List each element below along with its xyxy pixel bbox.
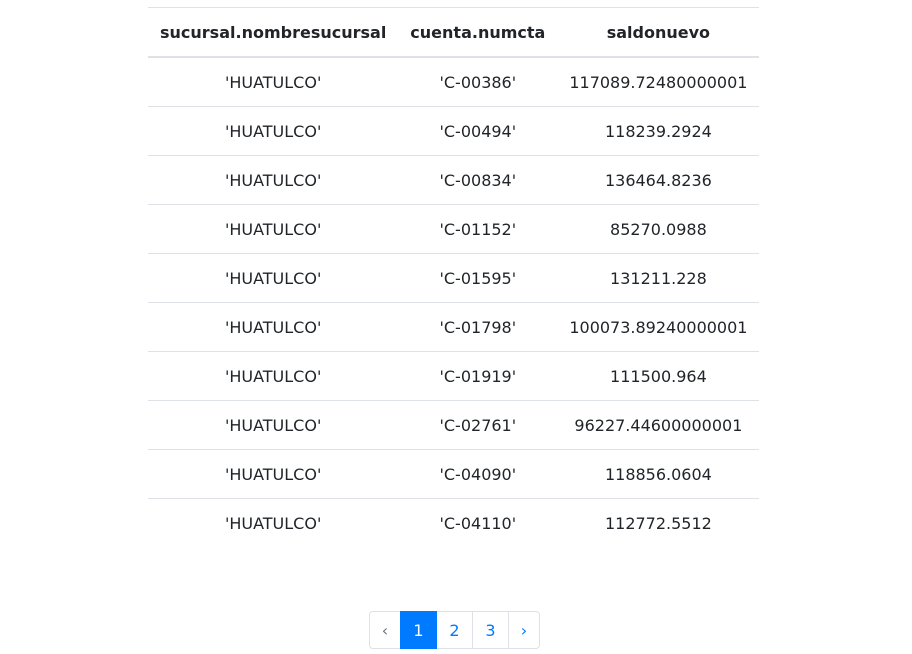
table-row: 'HUATULCO' 'C-01152' 85270.0988 <box>148 204 760 254</box>
cell-sucursal: 'HUATULCO' <box>148 351 399 401</box>
pagination: ‹ 1 2 3 › <box>369 611 540 649</box>
pagination-prev-button[interactable]: ‹ <box>369 611 401 649</box>
cell-cuenta: 'C-04110' <box>398 498 558 547</box>
page: sucursal.nombresucursal cuenta.numcta sa… <box>0 0 912 654</box>
cell-saldo: 117089.72480000001 <box>569 72 748 92</box>
pagination-next-button[interactable]: › <box>508 611 540 649</box>
cell-sucursal: 'HUATULCO' <box>148 302 399 352</box>
table-row: 'HUATULCO' 'C-04090' 118856.0604 <box>148 449 760 499</box>
cell-sucursal: 'HUATULCO' <box>224 72 322 92</box>
pagination-page-2[interactable]: 2 <box>436 611 473 649</box>
table-row: 'HUATULCO' 'C-01798' 100073.89240000001 <box>148 302 760 352</box>
results-table: sucursal.nombresucursal cuenta.numcta sa… <box>148 7 760 547</box>
cell-sucursal: 'HUATULCO' <box>148 204 399 254</box>
cell-sucursal: 'HUATULCO' <box>148 106 399 156</box>
table-row: 'HUATULCO' 'C-00386' 117089.72480000001 <box>148 57 759 107</box>
column-header-cuenta: cuenta.numcta <box>398 7 558 58</box>
cell-cuenta: 'C-00386' <box>439 72 517 92</box>
cell-sucursal: 'HUATULCO' <box>148 253 399 303</box>
pagination-page-1[interactable]: 1 <box>400 611 437 649</box>
table-row: 'HUATULCO' 'C-00834' 136464.8236 <box>148 155 760 205</box>
cell-saldo: 131211.228 <box>557 253 760 303</box>
cell-sucursal: 'HUATULCO' <box>148 400 399 450</box>
cell-cuenta: 'C-02761' <box>398 400 558 450</box>
table-row: 'HUATULCO' 'C-01595' 131211.228 <box>148 253 760 303</box>
table-row: 'HUATULCO' 'C-00494' 118239.2924 <box>148 106 760 156</box>
cell-cuenta: 'C-04090' <box>398 449 558 499</box>
column-header-saldonuevo: saldonuevo <box>557 7 760 58</box>
cell-cuenta: 'C-01595' <box>398 253 558 303</box>
cell-cuenta: 'C-01919' <box>398 351 558 401</box>
cell-cuenta: 'C-00494' <box>398 106 558 156</box>
table-row: 'HUATULCO' 'C-04110' 112772.5512 <box>148 498 760 547</box>
cell-saldo: 118856.0604 <box>557 449 760 499</box>
cell-sucursal: 'HUATULCO' <box>148 155 399 205</box>
cell-cuenta: 'C-01798' <box>398 302 558 352</box>
pagination-page-3[interactable]: 3 <box>472 611 509 649</box>
cell-cuenta: 'C-00834' <box>398 155 558 205</box>
cell-cuenta: 'C-01152' <box>398 204 558 254</box>
cell-sucursal: 'HUATULCO' <box>148 498 399 547</box>
cell-saldo: 112772.5512 <box>557 498 760 547</box>
cell-saldo: 100073.89240000001 <box>557 302 760 352</box>
table-header-row: sucursal.nombresucursal cuenta.numcta sa… <box>148 7 760 58</box>
table-row: 'HUATULCO' 'C-02761' 96227.44600000001 <box>148 400 760 450</box>
cell-saldo: 85270.0988 <box>557 204 760 254</box>
column-header-sucursal: sucursal.nombresucursal <box>148 7 399 58</box>
cell-saldo: 111500.964 <box>557 351 760 401</box>
cell-saldo: 136464.8236 <box>557 155 760 205</box>
cell-saldo: 96227.44600000001 <box>557 400 760 450</box>
table-row: 'HUATULCO' 'C-01919' 111500.964 <box>148 351 760 401</box>
cell-sucursal: 'HUATULCO' <box>148 449 399 499</box>
cell-saldo: 118239.2924 <box>557 106 760 156</box>
